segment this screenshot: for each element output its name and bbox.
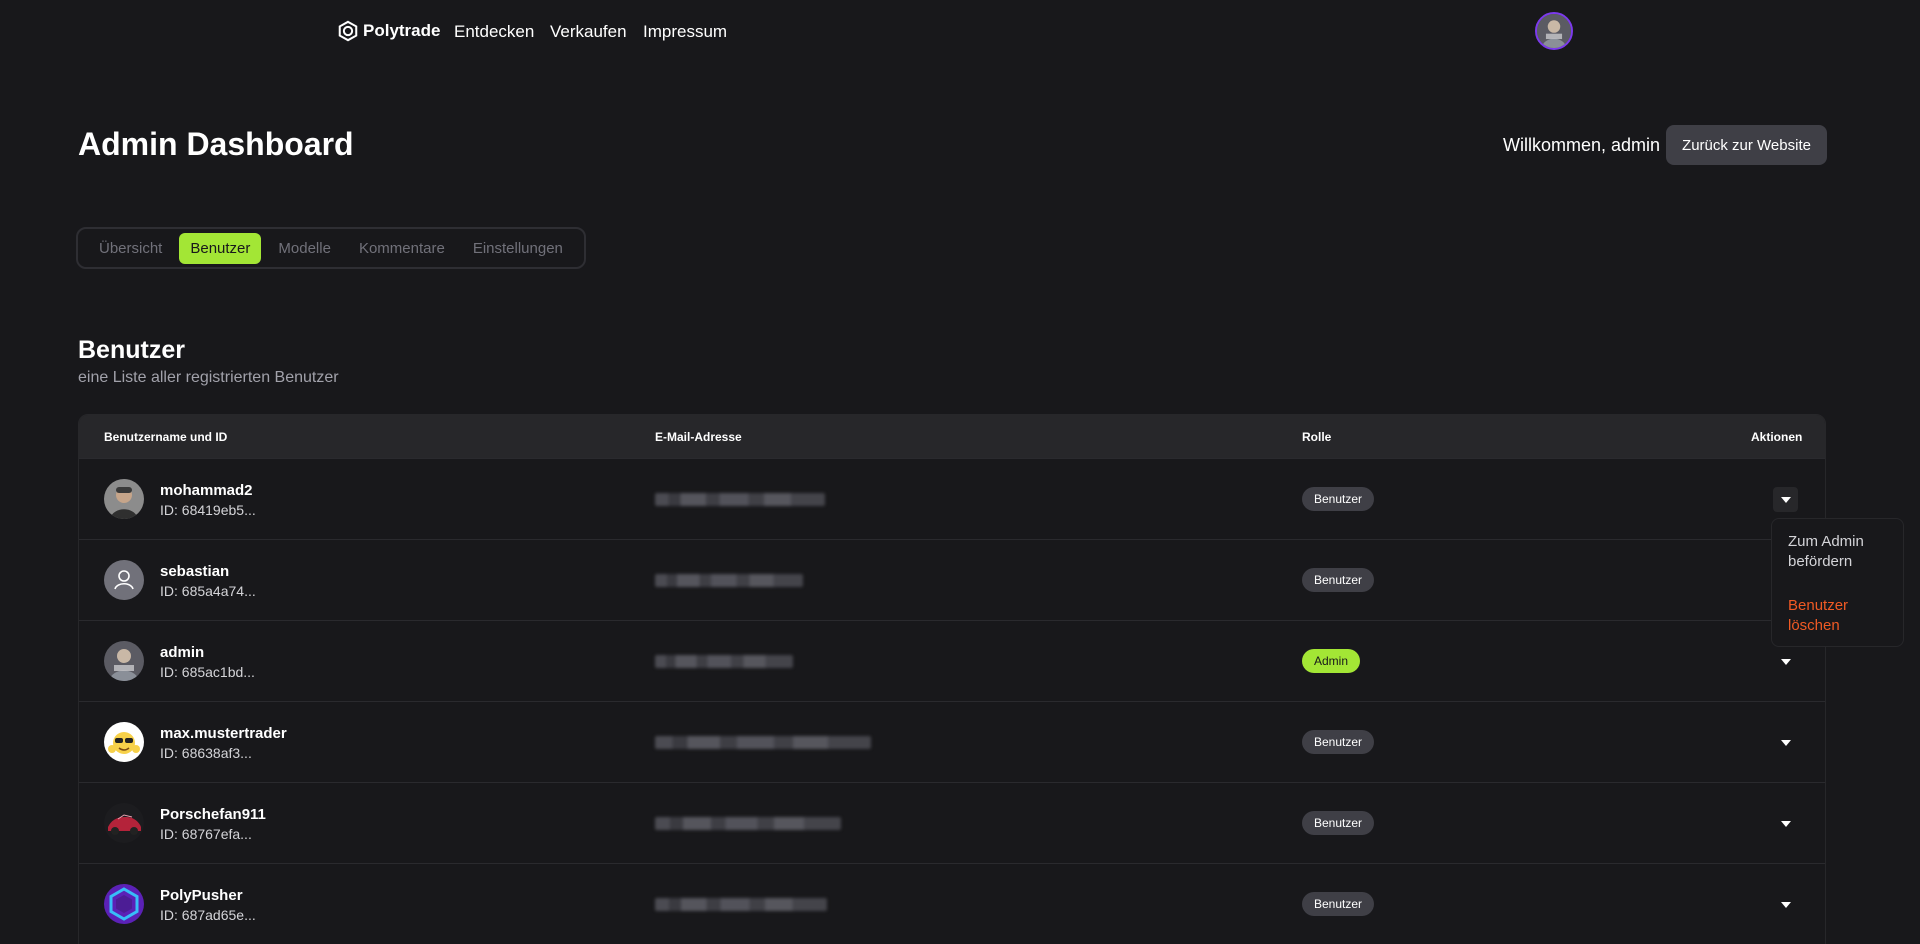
table-row: Porschefan911 ID: 68767efa... redacted-e… xyxy=(79,782,1825,863)
chevron-down-icon xyxy=(1780,739,1791,746)
username: max.mustertrader xyxy=(160,725,287,742)
avatar xyxy=(104,884,144,924)
user-avatar[interactable] xyxy=(1535,12,1573,50)
chevron-down-icon xyxy=(1780,658,1791,665)
role-badge: Admin xyxy=(1302,649,1361,673)
column-header-actions: Aktionen xyxy=(1751,430,1803,444)
role-badge: Benutzer xyxy=(1302,487,1375,511)
user-id: ID: 68419eb5... xyxy=(160,502,256,518)
username: admin xyxy=(160,644,205,661)
column-header-username: Benutzername und ID xyxy=(104,430,228,444)
table-row: max.mustertrader ID: 68638af3... redacte… xyxy=(79,701,1825,782)
table-row: PolyPusher ID: 687ad65e... redacted-emai… xyxy=(79,863,1825,944)
email-address: redacted-email xyxy=(655,574,803,587)
actions-dropdown-button[interactable] xyxy=(1773,892,1798,917)
tab-kommentare[interactable]: Kommentare xyxy=(348,233,456,264)
column-header-role: Rolle xyxy=(1302,430,1332,444)
username: mohammad2 xyxy=(160,482,253,499)
email-address: redacted-email xyxy=(655,655,793,668)
actions-dropdown-menu: Zum Admin befördern Benutzer löschen xyxy=(1771,518,1904,647)
users-table: Benutzername und ID E-Mail-Adresse Rolle… xyxy=(78,414,1826,944)
chevron-down-icon xyxy=(1780,901,1791,908)
section-subtitle: eine Liste aller registrierten Benutzer xyxy=(78,369,339,386)
dashboard-tabs: Übersicht Benutzer Modelle Kommentare Ei… xyxy=(76,227,586,269)
tab-benutzer[interactable]: Benutzer xyxy=(179,232,262,264)
actions-dropdown-button[interactable] xyxy=(1773,649,1798,674)
promote-to-admin-item[interactable]: Zum Admin befördern xyxy=(1788,532,1888,572)
email-address: redacted-email xyxy=(655,817,841,830)
table-row: admin ID: 685ac1bd... redacted-email Adm… xyxy=(79,620,1825,701)
user-id: ID: 68767efa... xyxy=(160,826,252,842)
role-badge: Benutzer xyxy=(1302,892,1375,916)
table-row: mohammad2 ID: 68419eb5... redacted-email… xyxy=(79,458,1825,539)
role-badge: Benutzer xyxy=(1302,568,1375,592)
table-row: sebastian ID: 685a4a74... redacted-email… xyxy=(79,539,1825,620)
avatar xyxy=(104,560,144,600)
user-id: ID: 685ac1bd... xyxy=(160,664,255,680)
email-address: redacted-email xyxy=(655,493,825,506)
nav-link-impressum[interactable]: Impressum xyxy=(643,22,727,42)
username: Porschefan911 xyxy=(160,806,266,823)
nav-link-verkaufen[interactable]: Verkaufen xyxy=(550,22,627,42)
brand-name: Polytrade xyxy=(363,21,441,40)
polytrade-logo-icon xyxy=(338,20,358,42)
avatar xyxy=(104,641,144,681)
chevron-down-icon xyxy=(1780,496,1791,503)
welcome-text: Willkommen, admin xyxy=(1503,135,1661,155)
column-header-email: E-Mail-Adresse xyxy=(655,430,742,444)
user-id: ID: 687ad65e... xyxy=(160,907,256,923)
top-nav: Polytrade Entdecken Verkaufen Impressum xyxy=(0,0,1920,62)
section-title: Benutzer xyxy=(78,336,185,364)
actions-dropdown-button[interactable] xyxy=(1773,811,1798,836)
email-address: redacted-email xyxy=(655,898,827,911)
role-badge: Benutzer xyxy=(1302,730,1375,754)
user-id: ID: 685a4a74... xyxy=(160,583,256,599)
role-badge: Benutzer xyxy=(1302,811,1375,835)
avatar xyxy=(104,722,144,762)
brand-logo[interactable]: Polytrade xyxy=(337,20,440,42)
actions-dropdown-button[interactable] xyxy=(1773,487,1798,512)
avatar xyxy=(104,803,144,843)
actions-dropdown-button[interactable] xyxy=(1773,730,1798,755)
tab-einstellungen[interactable]: Einstellungen xyxy=(462,233,574,264)
username: PolyPusher xyxy=(160,887,243,904)
table-header: Benutzername und ID E-Mail-Adresse Rolle… xyxy=(79,415,1825,458)
username: sebastian xyxy=(160,563,230,580)
avatar xyxy=(104,479,144,519)
tab-uebersicht[interactable]: Übersicht xyxy=(88,233,173,264)
nav-link-entdecken[interactable]: Entdecken xyxy=(454,22,534,42)
page-title: Admin Dashboard xyxy=(78,126,354,162)
chevron-down-icon xyxy=(1780,820,1791,827)
user-placeholder-icon xyxy=(104,560,144,600)
back-to-website-button[interactable]: Zurück zur Website xyxy=(1666,125,1827,165)
user-id: ID: 68638af3... xyxy=(160,745,252,761)
tab-modelle[interactable]: Modelle xyxy=(267,233,342,264)
delete-user-item[interactable]: Benutzer löschen xyxy=(1788,596,1888,636)
email-address: redacted-email xyxy=(655,736,871,749)
